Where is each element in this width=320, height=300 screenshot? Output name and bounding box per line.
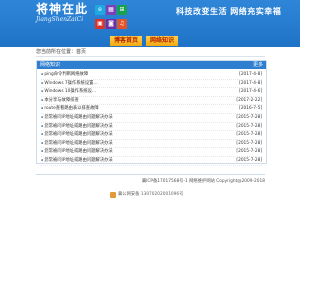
- list-item[interactable]: 您常被问IP地址或路由问题解决办法 [2015-7-28]: [41, 148, 262, 157]
- tile-music-glyph: ♫: [117, 19, 127, 29]
- article-title[interactable]: 您常被问IP地址或路由问题解决办法: [41, 131, 112, 139]
- article-date: [2017-4-6]: [239, 89, 262, 95]
- app-tiles: e ▦ ⊞ ▣ ◙ ♫: [95, 5, 138, 37]
- article-date: [2015-7-28]: [236, 157, 262, 163]
- list-item[interactable]: Windows 10操作系统设… [2017-4-6]: [41, 88, 262, 97]
- tile-red-glyph: ▣: [95, 19, 105, 29]
- article-title[interactable]: ping命令判断网络故障: [41, 71, 88, 79]
- article-date: [2015-7-28]: [236, 149, 262, 155]
- tile-purple-icon: ◙: [106, 19, 116, 29]
- article-title[interactable]: 您常被问IP地址或路由问题解决办法: [41, 140, 112, 148]
- tile-purple-glyph: ◙: [106, 19, 116, 29]
- article-title[interactable]: Windows 7操作系统设置…: [41, 80, 97, 88]
- site-slogan: 科技改变生活 网络充实幸福: [176, 6, 282, 16]
- tile-red-icon: ▣: [95, 19, 105, 29]
- article-date: [2017-4-8]: [239, 72, 262, 77]
- article-title[interactable]: 您常被问IP地址或路由问题解决办法: [41, 157, 112, 165]
- list-item[interactable]: 您常被问IP地址或路由问题解决办法 [2015-7-28]: [41, 123, 262, 132]
- list-item[interactable]: Windows 7操作系统设置… [2017-4-8]: [41, 80, 262, 89]
- main-nav: 博客首页 网络知识: [110, 36, 179, 46]
- article-date: [2016-7-5]: [239, 106, 262, 112]
- logo-sub-text: JiangShenZaiCi: [36, 16, 84, 23]
- tile-music-icon: ♫: [117, 19, 127, 29]
- article-list: ping命令判断网络故障 [2017-4-8] Windows 7操作系统设置… […: [37, 71, 266, 166]
- article-title[interactable]: 您常被问IP地址或路由问题解决办法: [41, 148, 112, 156]
- article-title[interactable]: Windows 10操作系统设…: [41, 88, 96, 96]
- breadcrumb: 您当前所在位置：首页: [36, 48, 265, 57]
- site-logo[interactable]: 将神在此 JiangShenZaiCi: [36, 2, 88, 24]
- list-item[interactable]: ping命令判断网络故障 [2017-4-8]: [41, 71, 262, 80]
- article-title[interactable]: 您常被问IP地址或路由问题解决办法: [41, 114, 112, 122]
- tile-media-icon: ▦: [106, 5, 116, 15]
- list-item[interactable]: 您常被问IP地址或路由问题解决办法 [2015-7-28]: [41, 114, 262, 123]
- site-header: 将神在此 JiangShenZaiCi e ▦ ⊞ ▣ ◙ ♫ 科技改变生活 网…: [0, 0, 300, 47]
- tile-windows-icon: ⊞: [117, 5, 127, 15]
- more-link[interactable]: 更多: [253, 61, 263, 69]
- tile-ie-glyph: e: [95, 5, 105, 15]
- article-panel: 网络知识 更多 ping命令判断网络故障 [2017-4-8] Windows 7…: [36, 60, 267, 166]
- list-item[interactable]: 您常被问IP地址或路由问题解决办法 [2015-7-28]: [41, 131, 262, 140]
- list-item[interactable]: 您常被问IP地址或路由问题解决办法 [2015-7-28]: [41, 140, 262, 149]
- article-date: [2015-7-28]: [236, 114, 262, 120]
- article-date: [2015-7-28]: [236, 140, 262, 146]
- list-item[interactable]: route查看路由表以排查故障 [2016-7-5]: [41, 105, 262, 114]
- article-date: [2017-4-8]: [239, 80, 262, 86]
- article-title[interactable]: 您常被问IP地址或路由问题解决办法: [41, 123, 112, 131]
- tile-ie-icon: e: [95, 5, 105, 15]
- logo-main-text: 将神在此: [36, 2, 89, 16]
- tile-windows-glyph: ⊞: [117, 5, 127, 15]
- tile-media-glyph: ▦: [106, 5, 116, 15]
- list-item[interactable]: 本分享与故障排查 [2017-2-22]: [41, 97, 262, 106]
- beian-text[interactable]: 冀公网安备 13070202001096号: [118, 191, 183, 199]
- article-date: [2015-7-28]: [236, 132, 262, 138]
- article-date: [2017-2-22]: [236, 97, 262, 103]
- site-footer: 冀ICP备17017568号-1 网络维护网站 Copyright@2009-2…: [36, 174, 265, 189]
- police-badge-icon: [110, 192, 116, 198]
- article-title[interactable]: 本分享与故障排查: [41, 97, 78, 105]
- article-date: [2015-7-28]: [236, 123, 262, 129]
- panel-title: 网络知识: [40, 62, 61, 68]
- nav-item-network-knowledge[interactable]: 网络知识: [146, 36, 179, 46]
- list-item[interactable]: 您常被问IP地址或路由问题解决办法 [2015-7-28]: [41, 157, 262, 166]
- beian-record[interactable]: 冀公网安备 13070202001096号: [110, 191, 183, 199]
- panel-header: 网络知识 更多: [37, 61, 266, 69]
- nav-item-blog-home[interactable]: 博客首页: [110, 36, 143, 46]
- article-title[interactable]: route查看路由表以排查故障: [41, 105, 98, 113]
